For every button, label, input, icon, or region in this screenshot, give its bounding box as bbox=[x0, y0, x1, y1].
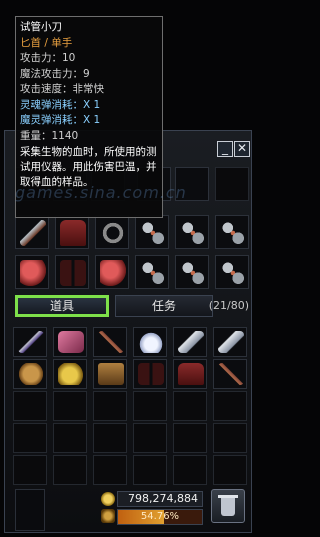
bag-slot[interactable] bbox=[93, 359, 127, 389]
equip-slot[interactable] bbox=[175, 215, 209, 249]
equip-slot[interactable] bbox=[95, 255, 129, 289]
wand-icon bbox=[18, 331, 44, 353]
bag-slot[interactable] bbox=[213, 359, 247, 389]
equip-slot[interactable] bbox=[215, 215, 249, 249]
equip-slot-6[interactable] bbox=[215, 167, 249, 201]
bag-slot[interactable] bbox=[133, 359, 167, 389]
lantern-icon bbox=[98, 363, 124, 385]
equip-slot[interactable] bbox=[95, 215, 129, 249]
bag-slot[interactable] bbox=[93, 327, 127, 357]
bag-slot[interactable] bbox=[213, 327, 247, 357]
bag-slot[interactable] bbox=[173, 391, 207, 421]
crystal-icon bbox=[138, 331, 164, 353]
bag-slot[interactable] bbox=[13, 455, 47, 485]
bag-slot[interactable] bbox=[93, 391, 127, 421]
bag-slot[interactable] bbox=[213, 391, 247, 421]
watermark: games.sina.com.cn bbox=[15, 183, 187, 202]
equip-slot[interactable] bbox=[135, 255, 169, 289]
necklace-icon bbox=[140, 220, 166, 246]
bag-slot[interactable] bbox=[133, 423, 167, 453]
item-attack-speed: 攻击速度：非常快 bbox=[20, 83, 104, 95]
bag-slot[interactable] bbox=[13, 359, 47, 389]
bracelet-icon bbox=[220, 220, 246, 246]
experience-percent: 54.76% bbox=[140, 511, 180, 522]
staff-icon bbox=[98, 331, 124, 353]
equip-slot[interactable] bbox=[215, 255, 249, 289]
pants-icon bbox=[138, 363, 164, 385]
close-button[interactable]: ✕ bbox=[234, 141, 250, 157]
trash-icon bbox=[221, 498, 235, 516]
pants-icon bbox=[60, 260, 86, 286]
bag-slot[interactable] bbox=[13, 423, 47, 453]
boots-icon bbox=[100, 260, 126, 286]
quick-slots[interactable] bbox=[15, 489, 45, 531]
equip-slot[interactable] bbox=[15, 255, 49, 289]
vest-icon bbox=[178, 363, 204, 385]
bag-slot[interactable] bbox=[133, 455, 167, 485]
tab-items[interactable]: 道具 bbox=[15, 295, 109, 317]
bag-slot[interactable] bbox=[213, 423, 247, 453]
silver-bar-icon bbox=[218, 331, 244, 353]
bag-slot[interactable] bbox=[93, 455, 127, 485]
item-soul-ammo: 灵魂弹消耗：X 1 bbox=[20, 98, 101, 111]
bag-slot[interactable] bbox=[53, 455, 87, 485]
glove-icon bbox=[20, 260, 46, 286]
bag-slot[interactable] bbox=[213, 455, 247, 485]
bag-slot[interactable] bbox=[173, 423, 207, 453]
bag-slot[interactable] bbox=[133, 327, 167, 357]
bag-slot[interactable] bbox=[53, 327, 87, 357]
item-name: 试管小刀 bbox=[20, 21, 62, 33]
inventory-tabs: 道具 任务 (21/80) bbox=[11, 295, 251, 319]
bag-slot[interactable] bbox=[173, 327, 207, 357]
equip-slot[interactable] bbox=[175, 255, 209, 289]
bag-slot[interactable] bbox=[13, 391, 47, 421]
ring-icon bbox=[180, 260, 206, 286]
item-spirit-ammo: 魔灵弹消耗：X 1 bbox=[20, 114, 101, 126]
gold-coin-icon bbox=[101, 492, 115, 506]
book-icon bbox=[58, 331, 84, 353]
mace-icon bbox=[218, 363, 244, 385]
ring-icon bbox=[100, 220, 126, 246]
bag-count: (21/80) bbox=[208, 299, 249, 312]
experience-bar: 54.76% bbox=[117, 509, 203, 525]
bag-slot[interactable] bbox=[13, 327, 47, 357]
item-magic-attack: 魔法攻击力：9 bbox=[20, 67, 90, 80]
bag-slot[interactable] bbox=[173, 455, 207, 485]
equip-slot[interactable] bbox=[15, 215, 49, 249]
bag-slot[interactable] bbox=[133, 391, 167, 421]
gold-ore-icon bbox=[58, 363, 84, 385]
bag-slot[interactable] bbox=[53, 423, 87, 453]
item-attack: 攻击力：10 bbox=[20, 52, 76, 64]
minimize-button[interactable]: _ bbox=[217, 141, 233, 157]
bag-slot[interactable] bbox=[53, 359, 87, 389]
experience-icon bbox=[101, 509, 115, 523]
bracelet-icon bbox=[180, 220, 206, 246]
rune-stone-icon bbox=[178, 331, 204, 353]
trash-button[interactable] bbox=[211, 489, 245, 523]
dagger-icon bbox=[20, 220, 46, 246]
bag-slot[interactable] bbox=[53, 391, 87, 421]
gold-amount: 798,274,884 bbox=[117, 491, 203, 507]
tab-quest[interactable]: 任务 bbox=[115, 295, 213, 317]
item-weight: 重量：1140 bbox=[20, 129, 79, 142]
equip-slot[interactable] bbox=[55, 215, 89, 249]
robe-icon bbox=[60, 220, 86, 246]
ring-icon bbox=[140, 260, 166, 286]
bag-slot[interactable] bbox=[93, 423, 127, 453]
bag-slot[interactable] bbox=[173, 359, 207, 389]
equip-slot[interactable] bbox=[135, 215, 169, 249]
item-type: 匕首 / 单手 bbox=[20, 36, 73, 49]
bracelet-icon bbox=[220, 260, 246, 286]
equip-slot[interactable] bbox=[55, 255, 89, 289]
mask-icon bbox=[18, 363, 44, 385]
